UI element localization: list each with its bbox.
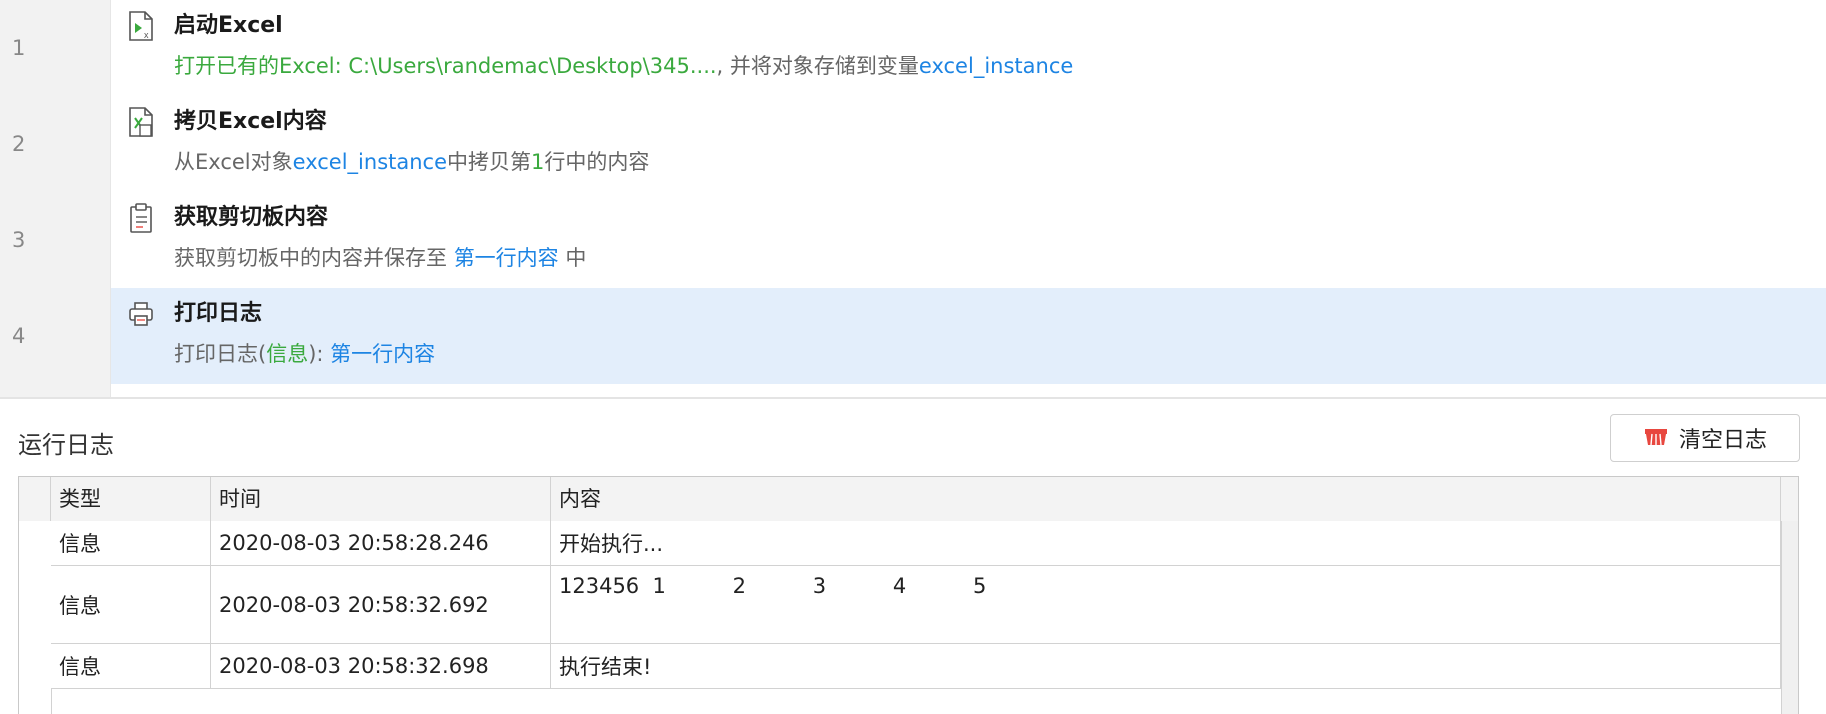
clipboard-icon xyxy=(127,202,155,234)
desc-segment: 中 xyxy=(558,246,587,270)
desc-segment: 1 xyxy=(531,150,545,174)
cell-content: 123456 1 2 3 4 5 xyxy=(551,566,1781,643)
desc-segment: 第一行内容 xyxy=(330,342,436,366)
step-description: 获取剪切板中的内容并保存至 第一行内容 中 xyxy=(174,242,586,272)
desc-segment: 行中的内容 xyxy=(544,150,650,174)
vertical-scrollbar[interactable] xyxy=(1781,521,1798,714)
svg-text:x: x xyxy=(144,30,149,40)
step-body[interactable]: 获取剪切板内容 获取剪切板中的内容并保存至 第一行内容 中 xyxy=(111,192,1826,288)
print-log-icon xyxy=(127,298,155,330)
column-header-type[interactable]: 类型 xyxy=(51,477,211,521)
log-table: 类型 时间 内容 信息 2020-08-03 20:58:28.246 开始执行… xyxy=(18,476,1799,714)
flow-step-3[interactable]: 3 获取剪切板内容 获取剪切板中的内容并保存至 第一行内容 中 xyxy=(0,192,1826,288)
row-header-column xyxy=(19,521,52,714)
cell-type: 信息 xyxy=(51,521,211,565)
desc-segment: 第一行内容 xyxy=(453,246,559,270)
desc-segment: excel_instance xyxy=(918,54,1074,78)
cell-time: 2020-08-03 20:58:32.692 xyxy=(211,566,551,643)
desc-segment: excel_instance xyxy=(292,150,448,174)
step-body[interactable]: x 启动Excel 打开已有的Excel: C:\Users\randemac\… xyxy=(111,0,1826,96)
line-number: 2 xyxy=(12,132,26,156)
step-body[interactable]: 打印日志 打印日志(信息): 第一行内容 xyxy=(111,288,1826,384)
step-title: 拷贝Excel内容 xyxy=(174,109,327,134)
excel-launch-icon: x xyxy=(127,10,155,42)
desc-segment: 信息 xyxy=(266,342,309,366)
step-title: 获取剪切板内容 xyxy=(174,205,329,230)
log-panel-title: 运行日志 xyxy=(18,431,114,459)
panel-divider xyxy=(0,397,1826,399)
table-row[interactable]: 信息 2020-08-03 20:58:32.692 123456 1 2 3 … xyxy=(51,566,1781,644)
row-header-corner xyxy=(19,477,51,521)
excel-copy-icon xyxy=(127,106,155,138)
desc-segment: ): xyxy=(308,342,331,366)
column-header-time[interactable]: 时间 xyxy=(211,477,551,521)
broom-icon xyxy=(1643,425,1669,451)
flow-step-1[interactable]: 1 x 启动Excel 打开已有的Excel: C:\Users\randema… xyxy=(0,0,1826,96)
desc-segment: 打开已有的Excel: C:\Users\randemac\Desktop\34… xyxy=(174,54,717,78)
step-description: 从Excel对象excel_instance中拷贝第1行中的内容 xyxy=(174,146,649,176)
step-description: 打印日志(信息): 第一行内容 xyxy=(174,338,435,368)
cell-content: 开始执行... xyxy=(551,521,1781,565)
cell-type: 信息 xyxy=(51,644,211,688)
step-description: 打开已有的Excel: C:\Users\randemac\Desktop\34… xyxy=(174,50,1073,80)
flow-step-4[interactable]: 4 打印日志 打印日志(信息): 第一行内容 xyxy=(0,288,1826,384)
cell-type: 信息 xyxy=(51,566,211,643)
table-row[interactable]: 信息 2020-08-03 20:58:32.698 执行结束! xyxy=(51,644,1781,689)
flow-step-list: 1 x 启动Excel 打开已有的Excel: C:\Users\randema… xyxy=(0,0,1826,399)
desc-segment: 打印日志( xyxy=(174,342,267,366)
cell-time: 2020-08-03 20:58:32.698 xyxy=(211,644,551,688)
header-filler xyxy=(1781,477,1798,521)
flow-step-2[interactable]: 2 拷贝Excel内容 从Excel对象excel_instance中拷贝第1行… xyxy=(0,96,1826,192)
desc-segment: , 并将对象存储到变量 xyxy=(716,54,919,78)
clear-log-button[interactable]: 清空日志 xyxy=(1610,414,1800,462)
cell-content: 执行结束! xyxy=(551,644,1781,688)
line-number: 1 xyxy=(12,36,26,60)
desc-segment: 获取剪切板中的内容并保存至 xyxy=(174,246,454,270)
step-body[interactable]: 拷贝Excel内容 从Excel对象excel_instance中拷贝第1行中的… xyxy=(111,96,1826,192)
table-row[interactable]: 信息 2020-08-03 20:58:28.246 开始执行... xyxy=(51,521,1781,566)
log-table-header: 类型 时间 内容 xyxy=(19,477,1798,522)
step-title: 打印日志 xyxy=(174,301,263,326)
line-number: 4 xyxy=(12,324,26,348)
step-title: 启动Excel xyxy=(174,13,283,38)
line-number: 3 xyxy=(12,228,26,252)
column-header-content[interactable]: 内容 xyxy=(551,477,1781,521)
desc-segment: 从Excel对象 xyxy=(174,150,293,174)
cell-time: 2020-08-03 20:58:28.246 xyxy=(211,521,551,565)
desc-segment: 中拷贝第 xyxy=(447,150,532,174)
clear-log-label: 清空日志 xyxy=(1678,428,1767,453)
